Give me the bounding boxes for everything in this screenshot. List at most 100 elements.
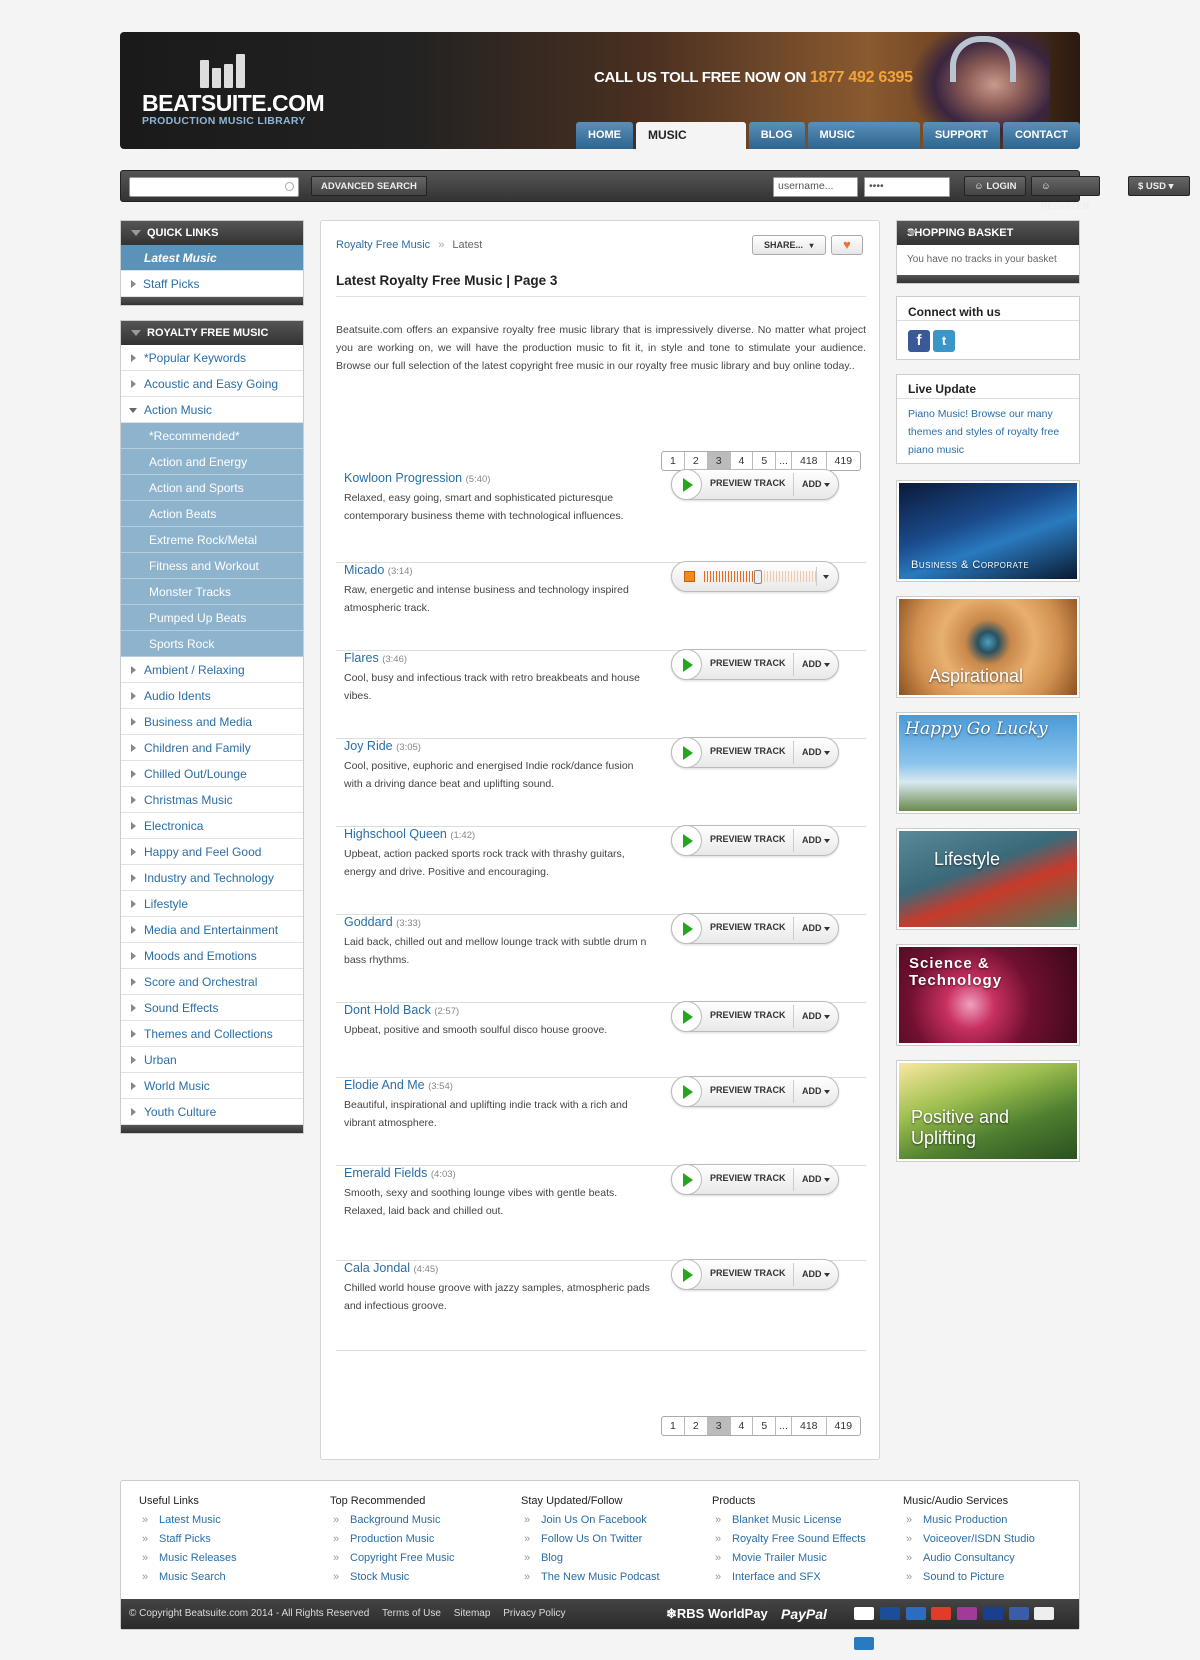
nav-tab-contact[interactable]: Contact xyxy=(1003,122,1080,149)
add-to-basket-button[interactable]: ADD xyxy=(793,653,836,676)
page-link[interactable]: 4 xyxy=(731,452,754,470)
preview-track-button[interactable]: PREVIEW TRACK xyxy=(710,922,786,932)
play-icon[interactable] xyxy=(671,737,702,768)
page-link[interactable]: 419 xyxy=(827,452,861,470)
category-item[interactable]: Happy and Feel Good xyxy=(121,839,303,865)
subcategory-item[interactable]: Action and Sports xyxy=(121,475,303,501)
footer-link[interactable]: Follow Us On Twitter xyxy=(521,1530,711,1549)
add-to-basket-button[interactable]: ADD xyxy=(793,473,836,496)
login-button[interactable]: ☺ LOGIN xyxy=(964,176,1027,196)
category-item[interactable]: Lifestyle xyxy=(121,891,303,917)
category-item[interactable]: Industry and Technology xyxy=(121,865,303,891)
nav-tab-music-library[interactable]: Music Library xyxy=(636,122,746,149)
footer-link[interactable]: Join Us On Facebook xyxy=(521,1511,711,1530)
footer-link[interactable]: Movie Trailer Music xyxy=(712,1549,902,1568)
page-link[interactable]: 418 xyxy=(792,1417,827,1435)
subcategory-item[interactable]: Pumped Up Beats xyxy=(121,605,303,631)
favorite-heart-icon[interactable]: ♥ xyxy=(831,235,863,255)
footer-link[interactable]: Music Production xyxy=(903,1511,1093,1530)
footer-link[interactable]: Latest Music xyxy=(139,1511,329,1530)
add-to-basket-button[interactable]: ADD xyxy=(793,917,836,940)
category-item[interactable]: Children and Family xyxy=(121,735,303,761)
footer-link[interactable]: Voiceover/ISDN Studio xyxy=(903,1530,1093,1549)
breadcrumb-link[interactable]: Royalty Free Music xyxy=(336,239,430,251)
page-link[interactable]: 419 xyxy=(827,1417,861,1435)
share-button[interactable]: SHARE... ▾ xyxy=(752,235,826,255)
password-field[interactable]: •••• xyxy=(864,177,950,197)
page-link[interactable]: 1 xyxy=(662,1417,685,1435)
promo-tile[interactable]: Positive and Uplifting xyxy=(896,1060,1080,1162)
subcategory-item[interactable]: Action Beats xyxy=(121,501,303,527)
footer-link[interactable]: The New Music Podcast xyxy=(521,1568,711,1587)
track-title[interactable]: Goddard (3:33) xyxy=(344,915,421,929)
page-link[interactable]: 3 xyxy=(707,1417,731,1435)
facebook-icon[interactable]: f xyxy=(908,330,930,352)
subcategory-item[interactable]: *Recommended* xyxy=(121,423,303,449)
add-to-basket-button[interactable]: ADD xyxy=(793,741,836,764)
subcategory-item[interactable]: Extreme Rock/Metal xyxy=(121,527,303,553)
track-title[interactable]: Elodie And Me (3:54) xyxy=(344,1078,453,1092)
scrubber-handle[interactable] xyxy=(754,570,763,584)
waveform-scrubber[interactable] xyxy=(704,570,816,584)
add-to-basket-button[interactable]: ADD xyxy=(793,829,836,852)
track-title[interactable]: Dont Hold Back (2:57) xyxy=(344,1003,459,1017)
play-icon[interactable] xyxy=(671,913,702,944)
category-item[interactable]: World Music xyxy=(121,1073,303,1099)
category-item[interactable]: *Popular Keywords xyxy=(121,345,303,371)
footer-link[interactable]: Music Search xyxy=(139,1568,329,1587)
category-item[interactable]: Ambient / Relaxing xyxy=(121,657,303,683)
category-item[interactable]: Media and Entertainment xyxy=(121,917,303,943)
footer-link[interactable]: Stock Music xyxy=(330,1568,520,1587)
page-link[interactable]: 4 xyxy=(731,1417,754,1435)
footer-link[interactable]: Royalty Free Sound Effects xyxy=(712,1530,902,1549)
preview-track-button[interactable]: PREVIEW TRACK xyxy=(710,1173,786,1183)
footer-link[interactable]: Music Releases xyxy=(139,1549,329,1568)
add-to-basket-button[interactable]: ADD xyxy=(793,1168,836,1191)
sitemap-link[interactable]: Sitemap xyxy=(454,1608,491,1619)
page-link[interactable]: 5 xyxy=(753,1417,777,1435)
add-to-basket-button[interactable]: ADD xyxy=(793,1005,836,1028)
site-logo[interactable]: BEATSUITE.COM PRODUCTION MUSIC LIBRARY xyxy=(142,54,325,127)
username-field[interactable]: username... xyxy=(773,177,858,197)
stop-icon[interactable] xyxy=(684,571,695,582)
privacy-link[interactable]: Privacy Policy xyxy=(503,1608,565,1619)
footer-link[interactable]: Production Music xyxy=(330,1530,520,1549)
search-icon[interactable] xyxy=(285,182,294,191)
track-title[interactable]: Highschool Queen (1:42) xyxy=(344,827,475,841)
category-item[interactable]: Sound Effects xyxy=(121,995,303,1021)
footer-link[interactable]: Staff Picks xyxy=(139,1530,329,1549)
play-icon[interactable] xyxy=(671,825,702,856)
track-title[interactable]: Emerald Fields (4:03) xyxy=(344,1166,456,1180)
preview-track-button[interactable]: PREVIEW TRACK xyxy=(710,1268,786,1278)
play-icon[interactable] xyxy=(671,1164,702,1195)
footer-link[interactable]: Blog xyxy=(521,1549,711,1568)
track-title[interactable]: Flares (3:46) xyxy=(344,651,407,665)
page-link[interactable]: 1 xyxy=(662,452,685,470)
page-link[interactable]: 2 xyxy=(685,452,708,470)
category-item[interactable]: Score and Orchestral xyxy=(121,969,303,995)
quick-link-item[interactable]: Latest Music xyxy=(121,245,303,271)
track-title[interactable]: Kowloon Progression (5:40) xyxy=(344,471,490,485)
play-icon[interactable] xyxy=(671,649,702,680)
play-icon[interactable] xyxy=(671,469,702,500)
search-input[interactable] xyxy=(129,177,299,197)
play-icon[interactable] xyxy=(671,1076,702,1107)
subcategory-item[interactable]: Fitness and Workout xyxy=(121,553,303,579)
track-title[interactable]: Cala Jondal (4:45) xyxy=(344,1261,438,1275)
terms-link[interactable]: Terms of Use xyxy=(382,1608,441,1619)
preview-track-button[interactable]: PREVIEW TRACK xyxy=(710,1010,786,1020)
promo-tile[interactable]: Happy Go Lucky xyxy=(896,712,1080,814)
preview-track-button[interactable]: PREVIEW TRACK xyxy=(710,658,786,668)
track-title[interactable]: Micado (3:14) xyxy=(344,563,413,577)
promo-tile[interactable]: Aspirational xyxy=(896,596,1080,698)
preview-track-button[interactable]: PREVIEW TRACK xyxy=(710,746,786,756)
promo-tile[interactable]: Business & Corporate xyxy=(896,480,1080,582)
footer-link[interactable]: Blanket Music License xyxy=(712,1511,902,1530)
subcategory-item[interactable]: Sports Rock xyxy=(121,631,303,657)
footer-link[interactable]: Background Music xyxy=(330,1511,520,1530)
twitter-icon[interactable]: t xyxy=(933,330,955,352)
promo-tile[interactable]: Lifestyle xyxy=(896,828,1080,930)
nav-tab-support[interactable]: Support xyxy=(922,122,1001,149)
category-item[interactable]: Business and Media xyxy=(121,709,303,735)
category-item[interactable]: Youth Culture xyxy=(121,1099,303,1125)
